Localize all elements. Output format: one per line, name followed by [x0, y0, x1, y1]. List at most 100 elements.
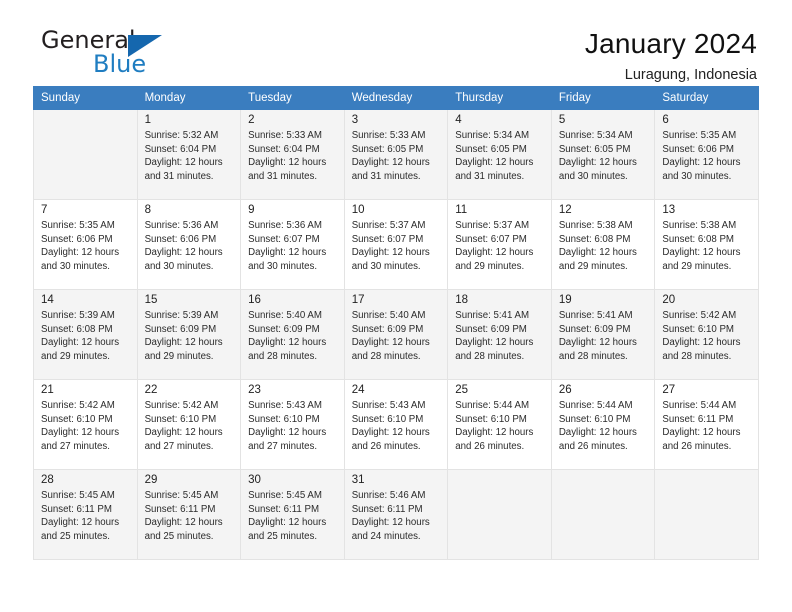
calendar-day-cell[interactable]: 30 Sunrise: 5:45 AM Sunset: 6:11 PM Dayli…: [240, 469, 345, 560]
calendar-day-cell[interactable]: 26 Sunrise: 5:44 AM Sunset: 6:10 PM Dayli…: [550, 379, 656, 470]
weekday-header-saturday: Saturday: [654, 86, 759, 110]
day-cell-inner: 1 Sunrise: 5:32 AM Sunset: 6:04 PM Daylig…: [138, 110, 241, 199]
calendar-day-cell[interactable]: 4 Sunrise: 5:34 AM Sunset: 6:05 PM Daylig…: [447, 109, 552, 200]
day-sun-details: Sunrise: 5:40 AM Sunset: 6:09 PM Dayligh…: [248, 310, 327, 362]
day-cell-inner: [448, 470, 551, 559]
day-cell-inner: [34, 110, 137, 199]
calendar-day-cell[interactable]: 11 Sunrise: 5:37 AM Sunset: 6:07 PM Dayli…: [447, 199, 552, 290]
calendar-day-cell[interactable]: 22 Sunrise: 5:42 AM Sunset: 6:10 PM Dayli…: [136, 379, 242, 470]
day-cell-inner: [552, 470, 655, 559]
day-cell-inner: 15 Sunrise: 5:39 AM Sunset: 6:09 PM Dayli…: [138, 290, 241, 379]
calendar-container: Sunday Monday Tuesday Wednesday Thursday…: [0, 86, 792, 560]
day-cell-inner: 7 Sunrise: 5:35 AM Sunset: 6:06 PM Daylig…: [34, 200, 137, 289]
day-sun-details: Sunrise: 5:44 AM Sunset: 6:11 PM Dayligh…: [662, 400, 741, 452]
calendar-day-cell[interactable]: 28 Sunrise: 5:45 AM Sunset: 6:11 PM Dayli…: [33, 469, 138, 560]
day-number: 19: [558, 294, 572, 306]
day-sun-details: Sunrise: 5:41 AM Sunset: 6:09 PM Dayligh…: [558, 310, 637, 362]
day-number: 7: [41, 204, 48, 216]
day-sun-details: Sunrise: 5:35 AM Sunset: 6:06 PM Dayligh…: [41, 220, 120, 272]
calendar-day-cell[interactable]: 5 Sunrise: 5:34 AM Sunset: 6:05 PM Daylig…: [550, 109, 656, 200]
weekday-header-wednesday: Wednesday: [343, 86, 449, 110]
page-title: January 2024: [584, 28, 757, 59]
weekday-header-row: Sunday Monday Tuesday Wednesday Thursday…: [33, 86, 759, 110]
calendar-day-cell[interactable]: 7 Sunrise: 5:35 AM Sunset: 6:06 PM Daylig…: [33, 199, 138, 290]
day-number: 11: [455, 204, 468, 216]
calendar-table: Sunday Monday Tuesday Wednesday Thursday…: [33, 86, 759, 560]
calendar-day-cell[interactable]: 18 Sunrise: 5:41 AM Sunset: 6:09 PM Dayli…: [447, 289, 552, 380]
day-sun-details: Sunrise: 5:40 AM Sunset: 6:09 PM Dayligh…: [351, 310, 430, 362]
day-number: 24: [351, 384, 365, 396]
day-number: 10: [351, 204, 365, 216]
calendar-day-cell[interactable]: 27 Sunrise: 5:44 AM Sunset: 6:11 PM Dayli…: [654, 379, 759, 470]
day-sun-details: Sunrise: 5:35 AM Sunset: 6:06 PM Dayligh…: [662, 130, 741, 182]
weekday-header-monday: Monday: [136, 86, 242, 110]
day-number: 22: [144, 384, 158, 396]
calendar-day-cell[interactable]: 25 Sunrise: 5:44 AM Sunset: 6:10 PM Dayli…: [447, 379, 552, 470]
day-number: 20: [662, 294, 676, 306]
day-number: 5: [558, 114, 566, 126]
brand-name-general: General: [41, 26, 136, 54]
day-cell-inner: 4 Sunrise: 5:34 AM Sunset: 6:05 PM Daylig…: [448, 110, 551, 199]
calendar-day-cell[interactable]: 2 Sunrise: 5:33 AM Sunset: 6:04 PM Daylig…: [240, 109, 345, 200]
calendar-day-cell[interactable]: 24 Sunrise: 5:43 AM Sunset: 6:10 PM Dayli…: [343, 379, 449, 470]
calendar-day-cell[interactable]: 6 Sunrise: 5:35 AM Sunset: 6:06 PM Daylig…: [654, 109, 759, 200]
brand-logo[interactable]: General Blue: [33, 28, 193, 82]
calendar-day-cell[interactable]: 13 Sunrise: 5:38 AM Sunset: 6:08 PM Dayli…: [654, 199, 759, 290]
calendar-day-cell[interactable]: 20 Sunrise: 5:42 AM Sunset: 6:10 PM Dayli…: [654, 289, 759, 380]
calendar-day-cell[interactable]: 3 Sunrise: 5:33 AM Sunset: 6:05 PM Daylig…: [343, 109, 449, 200]
day-sun-details: Sunrise: 5:37 AM Sunset: 6:07 PM Dayligh…: [455, 220, 534, 272]
day-sun-details: Sunrise: 5:42 AM Sunset: 6:10 PM Dayligh…: [144, 400, 223, 452]
day-number: 1: [144, 114, 151, 126]
calendar-day-cell[interactable]: 21 Sunrise: 5:42 AM Sunset: 6:10 PM Dayli…: [33, 379, 138, 470]
calendar-day-cell[interactable]: 17 Sunrise: 5:40 AM Sunset: 6:09 PM Dayli…: [343, 289, 449, 380]
day-number: 12: [558, 204, 572, 216]
day-cell-inner: 30 Sunrise: 5:45 AM Sunset: 6:11 PM Dayli…: [241, 470, 344, 559]
day-cell-inner: [655, 470, 758, 559]
day-cell-inner: 2 Sunrise: 5:33 AM Sunset: 6:04 PM Daylig…: [241, 110, 344, 199]
calendar-day-cell[interactable]: 29 Sunrise: 5:45 AM Sunset: 6:11 PM Dayli…: [136, 469, 242, 560]
day-cell-inner: 8 Sunrise: 5:36 AM Sunset: 6:06 PM Daylig…: [138, 200, 241, 289]
calendar-day-cell[interactable]: 8 Sunrise: 5:36 AM Sunset: 6:06 PM Daylig…: [136, 199, 242, 290]
day-cell-inner: 23 Sunrise: 5:43 AM Sunset: 6:10 PM Dayli…: [241, 380, 344, 469]
calendar-page: General Blue January 2024 Luragung, Indo…: [0, 0, 792, 612]
day-cell-inner: 3 Sunrise: 5:33 AM Sunset: 6:05 PM Daylig…: [345, 110, 448, 199]
day-sun-details: Sunrise: 5:41 AM Sunset: 6:09 PM Dayligh…: [455, 310, 534, 362]
day-sun-details: Sunrise: 5:44 AM Sunset: 6:10 PM Dayligh…: [455, 400, 534, 452]
calendar-day-cell[interactable]: 19 Sunrise: 5:41 AM Sunset: 6:09 PM Dayli…: [550, 289, 656, 380]
day-cell-inner: 16 Sunrise: 5:40 AM Sunset: 6:09 PM Dayli…: [241, 290, 344, 379]
day-sun-details: Sunrise: 5:33 AM Sunset: 6:04 PM Dayligh…: [248, 130, 327, 182]
day-cell-inner: 10 Sunrise: 5:37 AM Sunset: 6:07 PM Dayli…: [345, 200, 448, 289]
day-cell-inner: 14 Sunrise: 5:39 AM Sunset: 6:08 PM Dayli…: [34, 290, 137, 379]
day-number: 18: [455, 294, 469, 306]
day-number: 17: [351, 294, 365, 306]
day-cell-inner: 31 Sunrise: 5:46 AM Sunset: 6:11 PM Dayli…: [345, 470, 448, 559]
calendar-day-cell[interactable]: 1 Sunrise: 5:32 AM Sunset: 6:04 PM Daylig…: [136, 109, 242, 200]
calendar-day-cell-empty: [33, 109, 138, 200]
day-number: 6: [662, 114, 669, 126]
calendar-day-cell[interactable]: 9 Sunrise: 5:36 AM Sunset: 6:07 PM Daylig…: [240, 199, 345, 290]
calendar-day-cell[interactable]: 14 Sunrise: 5:39 AM Sunset: 6:08 PM Dayli…: [33, 289, 138, 380]
day-number: 26: [558, 384, 572, 396]
day-sun-details: Sunrise: 5:39 AM Sunset: 6:08 PM Dayligh…: [41, 310, 120, 362]
calendar-day-cell[interactable]: 15 Sunrise: 5:39 AM Sunset: 6:09 PM Dayli…: [136, 289, 242, 380]
calendar-week-row: 21 Sunrise: 5:42 AM Sunset: 6:10 PM Dayli…: [33, 379, 759, 470]
calendar-day-cell[interactable]: 31 Sunrise: 5:46 AM Sunset: 6:11 PM Dayli…: [343, 469, 449, 560]
day-cell-inner: 17 Sunrise: 5:40 AM Sunset: 6:09 PM Dayli…: [345, 290, 448, 379]
calendar-day-cell[interactable]: 10 Sunrise: 5:37 AM Sunset: 6:07 PM Dayli…: [343, 199, 449, 290]
day-cell-inner: 18 Sunrise: 5:41 AM Sunset: 6:09 PM Dayli…: [448, 290, 551, 379]
day-number: 25: [455, 384, 469, 396]
day-cell-inner: 21 Sunrise: 5:42 AM Sunset: 6:10 PM Dayli…: [34, 380, 137, 469]
calendar-day-cell[interactable]: 12 Sunrise: 5:38 AM Sunset: 6:08 PM Dayli…: [550, 199, 656, 290]
day-number: 8: [144, 204, 151, 216]
day-cell-inner: 28 Sunrise: 5:45 AM Sunset: 6:11 PM Dayli…: [34, 470, 137, 559]
calendar-day-cell[interactable]: 16 Sunrise: 5:40 AM Sunset: 6:09 PM Dayli…: [240, 289, 345, 380]
day-sun-details: Sunrise: 5:36 AM Sunset: 6:06 PM Dayligh…: [144, 220, 223, 272]
day-number: 27: [662, 384, 676, 396]
day-number: 3: [351, 114, 359, 126]
day-cell-inner: 22 Sunrise: 5:42 AM Sunset: 6:10 PM Dayli…: [138, 380, 241, 469]
calendar-day-cell[interactable]: 23 Sunrise: 5:43 AM Sunset: 6:10 PM Dayli…: [240, 379, 345, 470]
day-sun-details: Sunrise: 5:38 AM Sunset: 6:08 PM Dayligh…: [662, 220, 741, 272]
calendar-week-row: 1 Sunrise: 5:32 AM Sunset: 6:04 PM Daylig…: [33, 109, 759, 200]
day-number: 13: [662, 204, 676, 216]
day-sun-details: Sunrise: 5:33 AM Sunset: 6:05 PM Dayligh…: [351, 130, 430, 182]
